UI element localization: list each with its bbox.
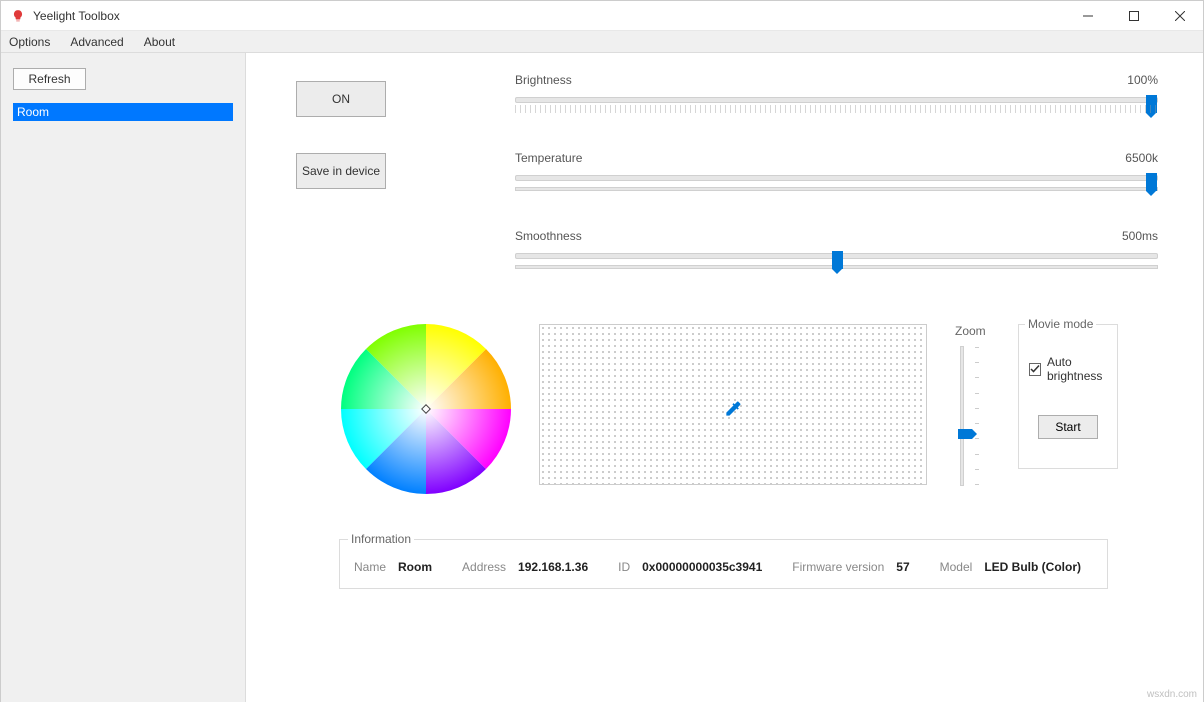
info-id-value: 0x00000000035c3941 — [642, 560, 762, 574]
menu-about[interactable]: About — [144, 35, 175, 49]
watermark: wsxdn.com — [1147, 689, 1197, 700]
temperature-value: 6500k — [1125, 151, 1158, 165]
temperature-slider[interactable] — [515, 175, 1158, 181]
zoom-thumb[interactable] — [958, 429, 972, 439]
checkbox-icon — [1029, 363, 1041, 376]
close-button[interactable] — [1157, 1, 1203, 30]
eyedropper-icon[interactable] — [723, 399, 743, 419]
smoothness-slider-row: Smoothness 500ms — [515, 229, 1158, 269]
zoom-column: Zoom — [955, 324, 990, 486]
smoothness-slider[interactable] — [515, 253, 1158, 259]
smoothness-thumb[interactable] — [832, 251, 843, 269]
zoom-slider[interactable] — [960, 346, 964, 486]
save-button[interactable]: Save in device — [296, 153, 386, 189]
info-model-value: LED Bulb (Color) — [984, 560, 1081, 574]
auto-brightness-checkbox[interactable]: Auto brightness — [1029, 355, 1107, 383]
smoothness-value: 500ms — [1122, 229, 1158, 243]
maximize-button[interactable] — [1111, 1, 1157, 30]
info-addr-value: 192.168.1.36 — [518, 560, 588, 574]
refresh-button[interactable]: Refresh — [13, 68, 86, 90]
info-legend: Information — [348, 532, 414, 546]
movie-legend: Movie mode — [1025, 317, 1096, 331]
menubar: Options Advanced About — [1, 31, 1203, 53]
auto-brightness-label: Auto brightness — [1047, 355, 1107, 383]
window-title: Yeelight Toolbox — [33, 9, 1065, 23]
app-icon — [11, 9, 25, 23]
on-button[interactable]: ON — [296, 81, 386, 117]
color-preview-area[interactable] — [539, 324, 927, 485]
info-addr-label: Address — [462, 560, 506, 574]
temperature-thumb[interactable] — [1146, 173, 1157, 191]
titlebar: Yeelight Toolbox — [1, 1, 1203, 31]
menu-advanced[interactable]: Advanced — [70, 35, 123, 49]
info-name-label: Name — [354, 560, 386, 574]
smoothness-label: Smoothness — [515, 229, 582, 243]
info-fw-value: 57 — [896, 560, 909, 574]
start-button[interactable]: Start — [1038, 415, 1098, 439]
info-panel: Information NameRoom Address192.168.1.36… — [339, 539, 1108, 589]
temperature-slider-row: Temperature 6500k — [515, 151, 1158, 191]
zoom-label: Zoom — [955, 324, 990, 338]
temperature-bottom — [515, 187, 1158, 191]
device-list-item[interactable]: Room — [13, 103, 233, 121]
movie-mode-box: Movie mode Auto brightness Start — [1018, 324, 1118, 469]
temperature-label: Temperature — [515, 151, 582, 165]
brightness-value: 100% — [1127, 73, 1158, 87]
color-wheel[interactable] — [341, 324, 511, 494]
brightness-slider[interactable] — [515, 97, 1158, 103]
content-area: ON Save in device Brightness 100% Temper… — [246, 53, 1203, 702]
info-fw-label: Firmware version — [792, 560, 884, 574]
sidebar: Refresh Room — [1, 53, 246, 702]
menu-options[interactable]: Options — [9, 35, 50, 49]
info-name-value: Room — [398, 560, 432, 574]
info-model-label: Model — [940, 560, 973, 574]
info-id-label: ID — [618, 560, 630, 574]
brightness-slider-row: Brightness 100% — [515, 73, 1158, 113]
brightness-label: Brightness — [515, 73, 572, 87]
brightness-ticks — [515, 105, 1158, 113]
minimize-button[interactable] — [1065, 1, 1111, 30]
